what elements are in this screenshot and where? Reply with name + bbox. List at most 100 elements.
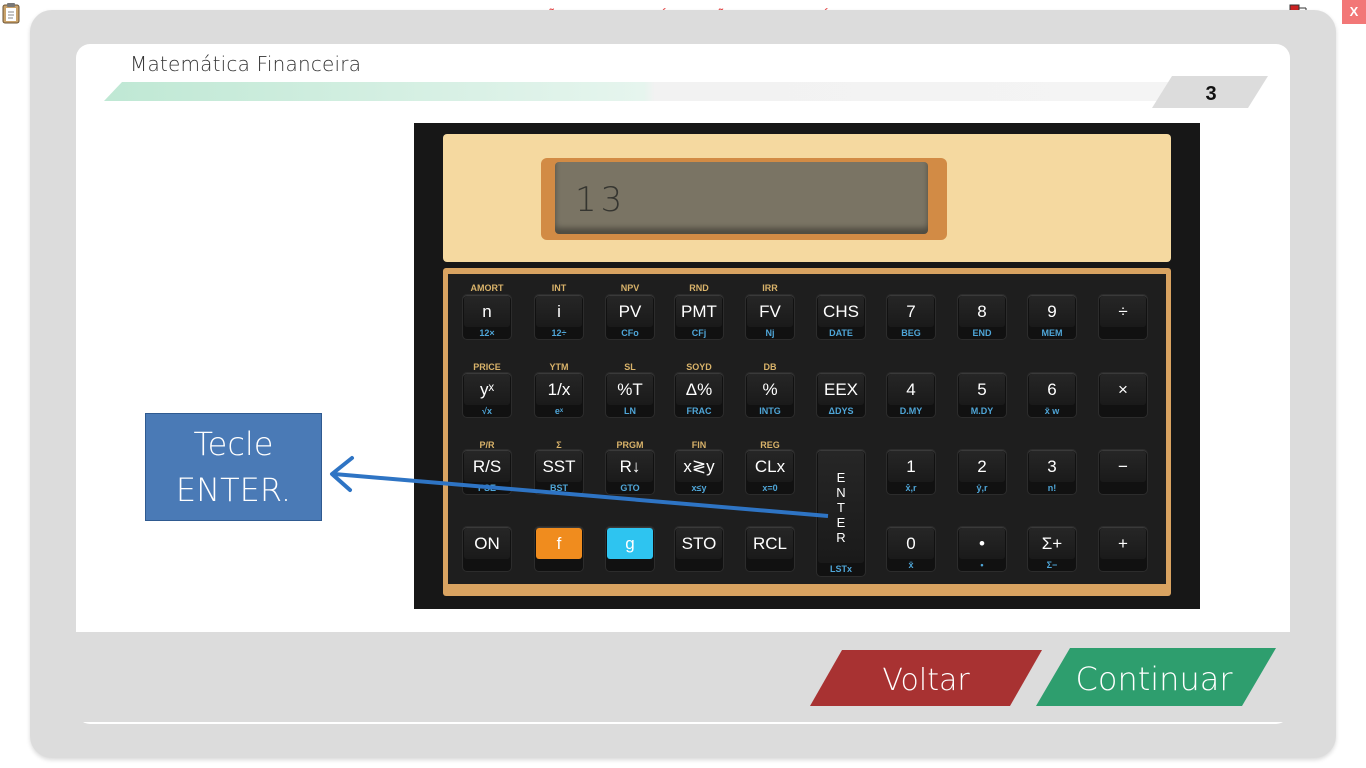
- key-3-10[interactable]: −: [1099, 450, 1147, 494]
- key-label: PMT: [676, 296, 722, 327]
- key-blue-label: BEG: [901, 328, 921, 338]
- key-4-5[interactable]: RCL: [746, 527, 794, 571]
- key-blue-label: DATE: [829, 328, 853, 338]
- key-label: STO: [676, 528, 722, 559]
- key-4-9[interactable]: Σ+ Σ−: [1028, 527, 1076, 571]
- key-label: 1/x: [536, 374, 582, 405]
- key-blue-label: LN: [624, 406, 636, 416]
- key-1-5[interactable]: FV Nj: [746, 295, 794, 339]
- key-blue-label: n!: [1047, 483, 1057, 493]
- key-label: i: [536, 296, 582, 327]
- key-blue-label: 12×: [479, 328, 495, 338]
- key-1-3[interactable]: PV CFo: [606, 295, 654, 339]
- key-1-1[interactable]: n 12×: [463, 295, 511, 339]
- key-gold-label: SOYD: [686, 362, 712, 372]
- back-button-label: Voltar: [882, 663, 970, 698]
- display-value: 13: [575, 180, 627, 220]
- key-2-7[interactable]: 4 D.MY: [887, 373, 935, 417]
- key-3-9[interactable]: 3 n!: [1028, 450, 1076, 494]
- close-button[interactable]: X: [1342, 0, 1366, 24]
- key-label: 3: [1029, 451, 1075, 482]
- key-1-4[interactable]: PMT CFj: [675, 295, 723, 339]
- back-button[interactable]: Voltar: [810, 650, 1042, 706]
- key-gold-label: YTM: [549, 362, 569, 372]
- key-blue-label: END: [972, 328, 992, 338]
- key-1-8[interactable]: 8 END: [958, 295, 1006, 339]
- key-2-9[interactable]: 6 x̄ w: [1028, 373, 1076, 417]
- key-blue-label: √x: [482, 406, 492, 416]
- page-number: 3: [1205, 83, 1217, 105]
- close-icon: X: [1349, 4, 1359, 19]
- key-2-6[interactable]: EEX ΔDYS: [817, 373, 865, 417]
- key-label: 5: [959, 374, 1005, 405]
- title-underline-bar: [104, 82, 1184, 101]
- key-label: ÷: [1100, 296, 1146, 327]
- key-gold-label: NPV: [620, 283, 640, 293]
- key-label: Σ+: [1029, 528, 1075, 559]
- key-4-7[interactable]: 0 x̄: [887, 527, 935, 571]
- key-gold-label: PRICE: [473, 362, 501, 372]
- key-label: %: [747, 374, 793, 405]
- key-4-10[interactable]: +: [1099, 527, 1147, 571]
- key-1-2[interactable]: i 12÷: [535, 295, 583, 339]
- instruction-text: Tecle ENTER.: [175, 425, 292, 509]
- key-blue-label: •: [980, 560, 984, 570]
- key-label: g: [607, 528, 653, 559]
- key-blue-label: D.MY: [899, 406, 923, 416]
- key-label: FV: [747, 296, 793, 327]
- key-3-8[interactable]: 2 ŷ,r: [958, 450, 1006, 494]
- key-4-1[interactable]: ON: [463, 527, 511, 571]
- key-label: CHS: [818, 296, 864, 327]
- arrow-icon: [330, 456, 829, 518]
- key-gold-label: DB: [763, 362, 777, 372]
- key-blue-label: FRAC: [686, 406, 712, 416]
- key-2-3[interactable]: %T LN: [606, 373, 654, 417]
- key-label: ON: [464, 528, 510, 559]
- key-3-7[interactable]: 1 x̂,r: [887, 450, 935, 494]
- key-gold-label: RND: [689, 283, 709, 293]
- key-label: n: [464, 296, 510, 327]
- key-2-10[interactable]: ×: [1099, 373, 1147, 417]
- key-blue-label: ŷ,r: [976, 483, 988, 493]
- key-2-2[interactable]: 1/x eˣ: [535, 373, 583, 417]
- key-label: RCL: [747, 528, 793, 559]
- key-blue-label: eˣ: [554, 406, 564, 416]
- key-2-4[interactable]: Δ% FRAC: [675, 373, 723, 417]
- key-label: 8: [959, 296, 1005, 327]
- key-4-2[interactable]: f: [535, 527, 583, 571]
- key-1-9[interactable]: 9 MEM: [1028, 295, 1076, 339]
- key-gold-label: IRR: [762, 283, 778, 293]
- key-label: 4: [888, 374, 934, 405]
- key-4-8[interactable]: • •: [958, 527, 1006, 571]
- key-label: 2: [959, 451, 1005, 482]
- key-label: −: [1100, 451, 1146, 482]
- key-blue-label: LSTx: [829, 564, 852, 574]
- key-blue-label: MEM: [1041, 328, 1063, 338]
- key-1-7[interactable]: 7 BEG: [887, 295, 935, 339]
- continue-button[interactable]: Continuar: [1036, 648, 1276, 706]
- key-1-10[interactable]: ÷: [1099, 295, 1147, 339]
- key-label: 1: [888, 451, 934, 482]
- key-blue-label: Nj: [765, 328, 775, 338]
- key-2-8[interactable]: 5 M.DY: [958, 373, 1006, 417]
- key-label: ×: [1100, 374, 1146, 405]
- key-label: 0: [888, 528, 934, 559]
- key-blue-label: INTG: [759, 406, 781, 416]
- key-2-1[interactable]: yˣ √x: [463, 373, 511, 417]
- key-1-6[interactable]: CHS DATE: [817, 295, 865, 339]
- key-blue-label: CFj: [691, 328, 707, 338]
- key-blue-label: x̂,r: [905, 483, 917, 493]
- key-gold-label: INT: [551, 283, 567, 293]
- key-blue-label: ΔDYS: [828, 406, 854, 416]
- key-4-3[interactable]: g: [606, 527, 654, 571]
- key-2-5[interactable]: % INTG: [746, 373, 794, 417]
- key-label: 7: [888, 296, 934, 327]
- key-4-4[interactable]: STO: [675, 527, 723, 571]
- key-blue-label: x̄ w: [1044, 406, 1060, 416]
- page-title: Matemática Financeira: [130, 52, 362, 76]
- key-label: yˣ: [464, 374, 510, 405]
- clipboard-icon[interactable]: [2, 2, 20, 24]
- continue-button-label: Continuar: [1076, 660, 1234, 698]
- key-label: Δ%: [676, 374, 722, 405]
- key-label: EEX: [818, 374, 864, 405]
